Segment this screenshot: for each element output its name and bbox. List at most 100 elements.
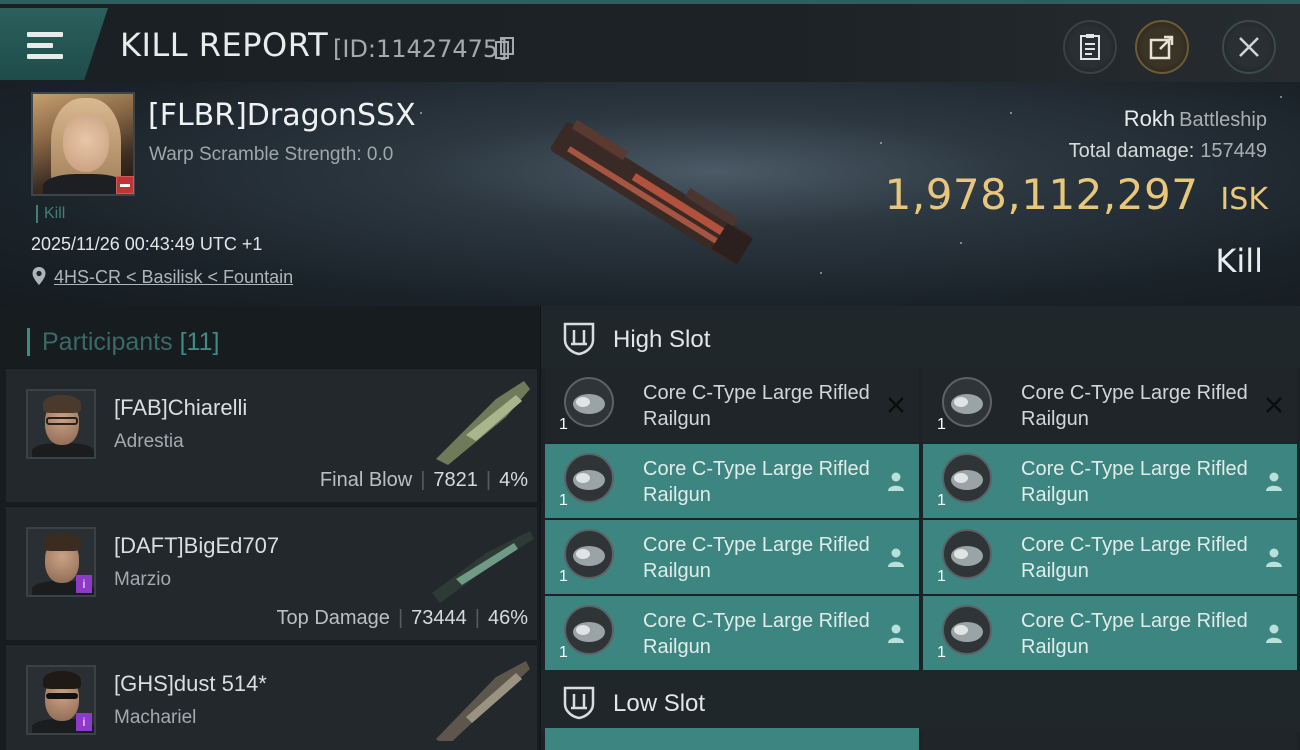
module-name: Core C-Type Large Rifled Railgun	[643, 382, 870, 430]
copy-icon[interactable]	[494, 37, 516, 61]
clipboard-icon	[1080, 34, 1100, 60]
module-name: Core C-Type Large Rifled Railgun	[1021, 382, 1248, 430]
module-quantity: 1	[559, 416, 568, 433]
location-pin-icon	[32, 267, 46, 285]
kill-tag: Kill	[36, 205, 65, 223]
high-slot-header: High Slot	[541, 306, 1300, 368]
module-slot[interactable]: 1 Core C-Type Large Rifled Railgun	[545, 368, 919, 442]
fitting-panel: High Slot 1 Core C-Type Large Rifled Rai…	[541, 306, 1300, 750]
participant-ship-image	[436, 661, 530, 741]
dropped-person-icon	[1266, 548, 1282, 567]
participant-damage: 73444	[411, 607, 467, 629]
module-quantity: 1	[937, 492, 946, 509]
participant-badge: i	[76, 575, 92, 593]
high-slot-title: High Slot	[613, 326, 711, 353]
participants-panel: Participants [11] [FAB]Chiarelli Adresti…	[0, 306, 540, 750]
ship-class: Battleship	[1179, 109, 1267, 131]
module-quantity: 1	[937, 416, 946, 433]
module-slot[interactable]: 1 Core C-Type Large Rifled Railgun	[923, 444, 1297, 518]
participant-badge: i	[76, 713, 92, 731]
share-button[interactable]	[1135, 20, 1189, 74]
dropped-person-icon	[888, 548, 904, 567]
high-slot-icon	[563, 322, 595, 356]
module-quantity: 1	[559, 568, 568, 585]
low-slot-header: Low Slot	[541, 670, 1300, 732]
dropped-person-icon	[1266, 624, 1282, 643]
participant-row[interactable]: [FAB]Chiarelli Adrestia Final Blow | 7821 |…	[6, 368, 537, 502]
module-quantity: 1	[937, 568, 946, 585]
participant-name: [GHS]dust 514*	[114, 671, 267, 696]
participant-damage: 7821	[433, 469, 478, 491]
module-slot[interactable]: 1 Core C-Type Large Rifled Railgun	[545, 520, 919, 594]
victim-ship-image	[550, 119, 753, 265]
module-slot[interactable]: 1 Core C-Type Large Rifled Railgun	[923, 368, 1297, 442]
module-slot[interactable]: 1 Core C-Type Large Rifled Railgun	[923, 596, 1297, 670]
destroyed-x-icon	[1266, 397, 1282, 413]
participant-row[interactable]: i [GHS]dust 514* Machariel	[6, 644, 537, 750]
report-id: [ID:11427475]	[333, 35, 508, 63]
participant-percent: 4%	[499, 469, 528, 491]
share-icon	[1149, 35, 1174, 60]
module-slot[interactable]	[923, 728, 1297, 750]
participant-ship: Machariel	[114, 707, 197, 728]
module-name: Core C-Type Large Rifled Railgun	[1021, 534, 1248, 582]
participant-row[interactable]: i [DAFT]BigEd707 Marzio Top Damage | 73444…	[6, 506, 537, 640]
low-slot-title: Low Slot	[613, 690, 706, 717]
module-slot[interactable]	[545, 728, 919, 750]
participant-stats: Final Blow | 7821 | 4%	[319, 469, 528, 491]
menu-button[interactable]	[0, 8, 108, 80]
header-bar: KILL REPORT [ID:11427475]	[0, 0, 1300, 82]
module-name: Core C-Type Large Rifled Railgun	[643, 458, 870, 506]
ship-name[interactable]: Rokh	[1124, 106, 1175, 131]
module-name: Core C-Type Large Rifled Railgun	[643, 534, 870, 582]
module-name: Core C-Type Large Rifled Railgun	[1021, 458, 1248, 506]
kill-result: Kill	[1215, 242, 1263, 280]
participant-ship-image	[436, 381, 530, 465]
participants-count: [11]	[179, 328, 220, 356]
module-name: Core C-Type Large Rifled Railgun	[643, 610, 870, 658]
destroyed-x-icon	[888, 397, 904, 413]
victim-name[interactable]: [FLBR]DragonSSX	[148, 98, 416, 133]
module-quantity: 1	[559, 644, 568, 661]
module-slot[interactable]: 1 Core C-Type Large Rifled Railgun	[545, 596, 919, 670]
participant-role: Final Blow	[319, 469, 413, 491]
hostile-badge	[116, 176, 134, 194]
participant-stats: Top Damage | 73444 | 46%	[276, 607, 528, 629]
participant-ship-image	[432, 531, 534, 603]
module-quantity: 1	[937, 644, 946, 661]
total-damage: Total damage: 157449	[1069, 140, 1267, 163]
total-damage-label: Total damage:	[1068, 140, 1195, 162]
victim-ship-type: Rokh Battleship	[1124, 106, 1267, 132]
close-icon	[1239, 37, 1259, 57]
module-slot[interactable]: 1 Core C-Type Large Rifled Railgun	[545, 444, 919, 518]
dropped-person-icon	[888, 472, 904, 491]
dropped-person-icon	[1266, 472, 1282, 491]
participant-avatar: i	[26, 527, 96, 597]
isk-amount: 1,978,112,297	[884, 170, 1199, 219]
participants-label: Participants	[42, 328, 173, 356]
isk-value: 1,978,112,297 ISK	[885, 170, 1268, 219]
total-damage-value: 157449	[1200, 140, 1267, 162]
participant-ship: Adrestia	[114, 431, 184, 452]
participant-percent: 46%	[487, 607, 528, 629]
module-name: Core C-Type Large Rifled Railgun	[1021, 610, 1248, 658]
module-slot[interactable]: 1 Core C-Type Large Rifled Railgun	[923, 520, 1297, 594]
warp-scramble-strength: Warp Scramble Strength: 0.0	[149, 144, 394, 165]
isk-unit: ISK	[1220, 182, 1268, 217]
participant-avatar	[26, 389, 96, 459]
participant-role: Top Damage	[276, 607, 390, 629]
menu-icon	[27, 32, 63, 60]
clipboard-button[interactable]	[1063, 20, 1117, 74]
participant-avatar: i	[26, 665, 96, 735]
low-slot-icon	[563, 686, 595, 720]
kill-datetime: 2025/11/26 00:43:49 UTC +1	[31, 234, 263, 254]
dropped-person-icon	[888, 624, 904, 643]
participant-name: [FAB]Chiarelli	[114, 395, 248, 420]
participant-ship: Marzio	[114, 569, 172, 590]
location-link[interactable]: 4HS-CR < Basilisk < Fountain	[54, 267, 293, 288]
close-button[interactable]	[1222, 20, 1276, 74]
participants-header: Participants [11]	[27, 328, 219, 356]
module-quantity: 1	[559, 492, 568, 509]
participant-name: [DAFT]BigEd707	[114, 533, 280, 558]
page-title: KILL REPORT	[120, 26, 329, 64]
